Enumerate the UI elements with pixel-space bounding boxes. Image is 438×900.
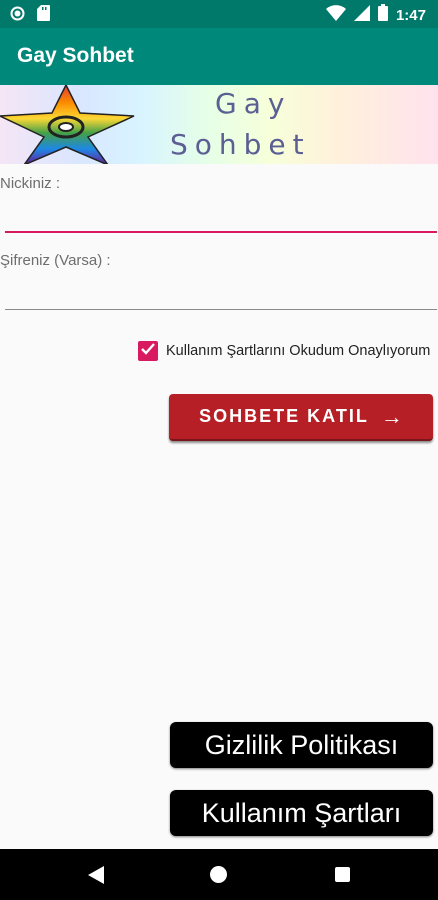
- join-chat-button[interactable]: SOHBETE KATIL →: [169, 394, 433, 441]
- battery-icon: [377, 4, 388, 26]
- banner-title-word2: Sohbet: [170, 128, 311, 161]
- header-banner: Gay Sohbet: [0, 85, 438, 164]
- arrow-right-icon: →: [380, 403, 403, 429]
- status-icons-right: 1:47: [325, 4, 426, 26]
- join-chat-label: SOHBETE KATIL: [199, 406, 369, 426]
- home-icon[interactable]: [210, 866, 227, 883]
- wifi-icon: [325, 4, 346, 26]
- nick-label: Nickiniz :: [0, 175, 61, 192]
- privacy-policy-button[interactable]: Gizlilik Politikası: [170, 722, 433, 768]
- signal-icon: [353, 4, 370, 26]
- terms-checkbox-row[interactable]: Kullanım Şartlarını Okudum Onaylıyorum: [138, 341, 430, 361]
- circle-status-icon: [10, 6, 25, 26]
- privacy-policy-label: Gizlilik Politikası: [204, 729, 399, 760]
- banner-title-word1: Gay: [215, 87, 292, 120]
- app-title: Gay Sohbet: [17, 44, 134, 67]
- password-label: Şifreniz (Varsa) :: [0, 252, 111, 269]
- password-input[interactable]: [5, 279, 437, 310]
- status-clock: 1:47: [395, 6, 426, 24]
- terms-checkbox[interactable]: [138, 341, 158, 361]
- status-bar: 1:47: [0, 0, 438, 28]
- sd-card-icon: [37, 5, 50, 26]
- navigation-bar: [0, 849, 438, 900]
- terms-checkbox-label: Kullanım Şartlarını Okudum Onaylıyorum: [166, 343, 431, 359]
- status-icons-left: [10, 5, 50, 26]
- terms-of-use-button[interactable]: Kullanım Şartları: [170, 790, 433, 836]
- recents-icon[interactable]: [335, 867, 350, 882]
- app-bar: Gay Sohbet: [0, 28, 438, 85]
- terms-of-use-label: Kullanım Şartları: [201, 797, 402, 828]
- check-icon: [141, 342, 155, 360]
- nick-input[interactable]: [5, 201, 437, 233]
- back-icon[interactable]: [88, 866, 104, 889]
- rainbow-star-icon: [0, 85, 138, 164]
